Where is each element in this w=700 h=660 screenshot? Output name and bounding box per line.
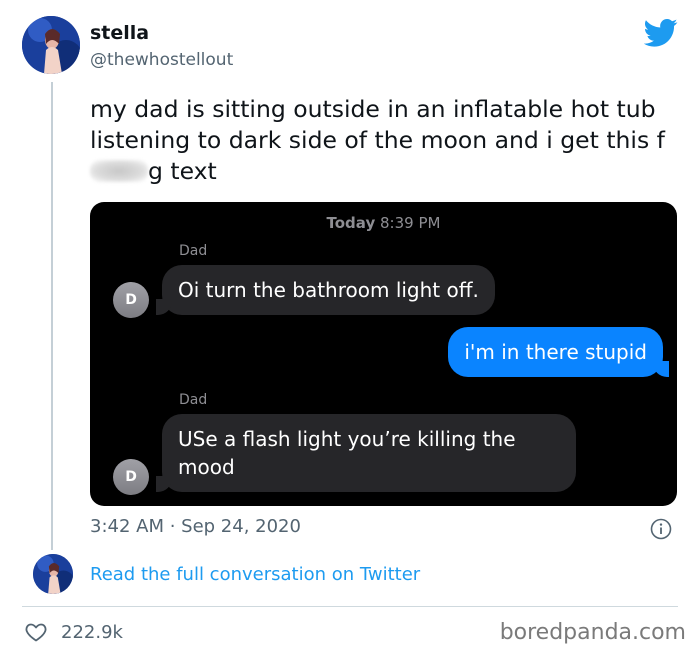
tweet-text: my dad is sitting outside in an inflatab… bbox=[90, 94, 680, 187]
author-display-name[interactable]: stella bbox=[90, 22, 149, 44]
sender-name: Dad bbox=[179, 392, 208, 408]
incoming-message-bubble: USe a flash light you’re killing the moo… bbox=[156, 414, 576, 492]
divider bbox=[22, 606, 678, 607]
sender-avatar: D bbox=[113, 459, 149, 495]
imessage-timestamp: Today 8:39 PM bbox=[90, 214, 677, 232]
like-count[interactable]: 222.9k bbox=[61, 622, 123, 643]
info-icon[interactable] bbox=[650, 518, 672, 540]
attached-image-imessage-screenshot[interactable]: Today 8:39 PM Dad D Oi turn the bathroom… bbox=[90, 202, 677, 506]
imessage-timestamp-time: 8:39 PM bbox=[375, 214, 441, 232]
avatar-photo-icon bbox=[33, 554, 73, 594]
twitter-bird-icon[interactable] bbox=[644, 18, 678, 48]
thread-line bbox=[51, 82, 53, 550]
outgoing-message-bubble: i'm in there stupid bbox=[448, 327, 669, 377]
heart-icon[interactable] bbox=[24, 620, 48, 644]
author-handle[interactable]: @thewhostellout bbox=[90, 50, 233, 70]
sender-avatar: D bbox=[113, 282, 149, 318]
sender-name: Dad bbox=[179, 243, 208, 259]
incoming-message-bubble: Oi turn the bathroom light off. bbox=[156, 265, 495, 315]
tweet-timestamp[interactable]: 3:42 AM · Sep 24, 2020 bbox=[90, 516, 301, 537]
censor-blur bbox=[90, 160, 148, 182]
imessage-timestamp-day: Today bbox=[326, 214, 376, 232]
avatar-photo-icon bbox=[22, 16, 80, 74]
read-full-conversation-link[interactable]: Read the full conversation on Twitter bbox=[90, 564, 420, 585]
tweet-text-part-1: my dad is sitting outside in an inflatab… bbox=[90, 95, 665, 154]
author-avatar-small[interactable] bbox=[33, 554, 73, 594]
watermark: boredpanda.com bbox=[499, 620, 686, 645]
tweet-text-part-2: g text bbox=[148, 157, 217, 185]
tweet-card: stella @thewhostellout my dad is sitting… bbox=[0, 0, 700, 660]
author-avatar[interactable] bbox=[22, 16, 80, 74]
